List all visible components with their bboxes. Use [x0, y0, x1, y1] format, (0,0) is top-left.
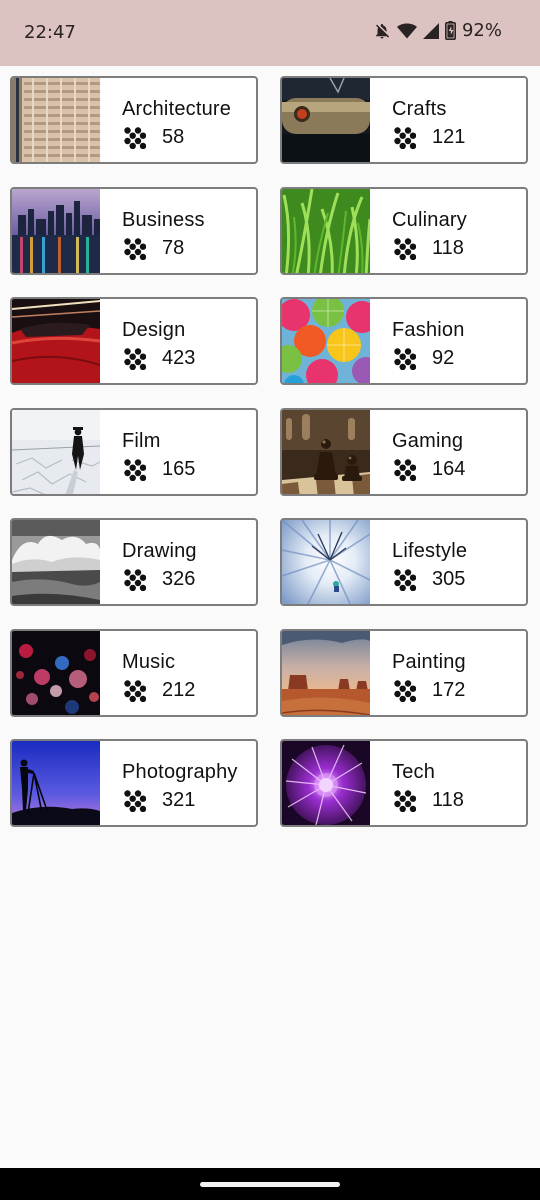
cell-signal-icon	[422, 22, 439, 40]
dots-pattern-icon	[394, 126, 416, 149]
dots-pattern-icon	[124, 568, 146, 591]
category-count: 78	[162, 237, 185, 259]
category-count: 172	[432, 679, 466, 701]
category-title: Business	[122, 209, 205, 231]
category-title: Culinary	[392, 209, 467, 231]
category-count: 121	[432, 126, 466, 148]
category-count-row: 118	[394, 237, 464, 260]
fashion-photo	[282, 299, 370, 383]
category-count: 321	[162, 789, 196, 811]
category-card-crafts[interactable]: Crafts 121	[280, 76, 528, 164]
dots-pattern-icon	[394, 789, 416, 812]
category-card-business[interactable]: Business 78	[10, 187, 258, 275]
category-count-row: 121	[394, 126, 465, 149]
category-count: 118	[432, 789, 464, 811]
crafts-photo	[282, 78, 370, 162]
status-bar: 22:47 92%	[0, 0, 540, 66]
dots-pattern-icon	[394, 679, 416, 702]
dots-pattern-icon	[394, 458, 416, 481]
drawing-photo	[12, 520, 100, 604]
category-title: Painting	[392, 651, 466, 673]
dots-pattern-icon	[124, 789, 146, 812]
category-count-row: 165	[124, 458, 195, 481]
category-title: Design	[122, 319, 186, 341]
business-photo	[12, 189, 100, 273]
category-card-fashion[interactable]: Fashion 92	[280, 297, 528, 385]
notifications-off-icon	[373, 22, 391, 40]
category-card-design[interactable]: Design 423	[10, 297, 258, 385]
category-card-painting[interactable]: Painting 172	[280, 629, 528, 717]
status-time: 22:47	[24, 22, 76, 43]
category-count: 92	[432, 347, 455, 369]
category-title: Photography	[122, 761, 238, 783]
wifi-icon	[396, 22, 417, 40]
category-count: 305	[432, 568, 466, 590]
dots-pattern-icon	[124, 237, 146, 260]
battery-icon	[444, 21, 456, 40]
category-card-architecture[interactable]: Architecture 58	[10, 76, 258, 164]
architecture-photo	[12, 78, 100, 162]
category-count-row: 305	[394, 568, 465, 591]
dots-pattern-icon	[394, 568, 416, 591]
category-count-row: 423	[124, 347, 195, 370]
category-title: Lifestyle	[392, 540, 468, 562]
category-title: Architecture	[122, 98, 232, 120]
category-title: Music	[122, 651, 176, 673]
photography-photo	[12, 741, 100, 825]
design-photo	[12, 299, 100, 383]
category-count-row: 78	[124, 237, 184, 260]
category-count-row: 92	[394, 347, 454, 370]
category-title: Gaming	[392, 430, 464, 452]
category-title: Tech	[392, 761, 436, 783]
battery-percent: 92%	[461, 20, 502, 41]
category-count: 118	[432, 237, 464, 259]
category-count: 212	[162, 679, 196, 701]
category-card-tech[interactable]: Tech 118	[280, 739, 528, 827]
home-indicator[interactable]	[200, 1182, 340, 1187]
category-card-lifestyle[interactable]: Lifestyle 305	[280, 518, 528, 606]
lifestyle-photo	[282, 520, 370, 604]
category-count-row: 326	[124, 568, 195, 591]
category-title: Fashion	[392, 319, 465, 341]
category-count-row: 212	[124, 679, 195, 702]
category-card-film[interactable]: Film 165	[10, 408, 258, 496]
dots-pattern-icon	[124, 126, 146, 149]
category-title: Drawing	[122, 540, 197, 562]
dots-pattern-icon	[394, 347, 416, 370]
gaming-photo	[282, 410, 370, 494]
category-card-gaming[interactable]: Gaming 164	[280, 408, 528, 496]
category-count: 423	[162, 347, 196, 369]
dots-pattern-icon	[124, 679, 146, 702]
category-count-row: 118	[394, 789, 464, 812]
category-count: 58	[162, 126, 185, 148]
painting-photo	[282, 631, 370, 715]
category-card-drawing[interactable]: Drawing 326	[10, 518, 258, 606]
category-count: 164	[432, 458, 466, 480]
dots-pattern-icon	[124, 458, 146, 481]
category-card-culinary[interactable]: Culinary 118	[280, 187, 528, 275]
category-title: Film	[122, 430, 161, 452]
status-icons: 92%	[373, 20, 502, 41]
music-photo	[12, 631, 100, 715]
navigation-bar	[0, 1168, 540, 1200]
category-count-row: 321	[124, 789, 195, 812]
category-count-row: 172	[394, 679, 465, 702]
category-count-row: 164	[394, 458, 465, 481]
tech-photo	[282, 741, 370, 825]
category-count: 326	[162, 568, 196, 590]
film-photo	[12, 410, 100, 494]
category-count: 165	[162, 458, 196, 480]
category-card-photography[interactable]: Photography 321	[10, 739, 258, 827]
category-card-music[interactable]: Music 212	[10, 629, 258, 717]
dots-pattern-icon	[124, 347, 146, 370]
category-title: Crafts	[392, 98, 447, 120]
dots-pattern-icon	[394, 237, 416, 260]
category-count-row: 58	[124, 126, 184, 149]
culinary-photo	[282, 189, 370, 273]
